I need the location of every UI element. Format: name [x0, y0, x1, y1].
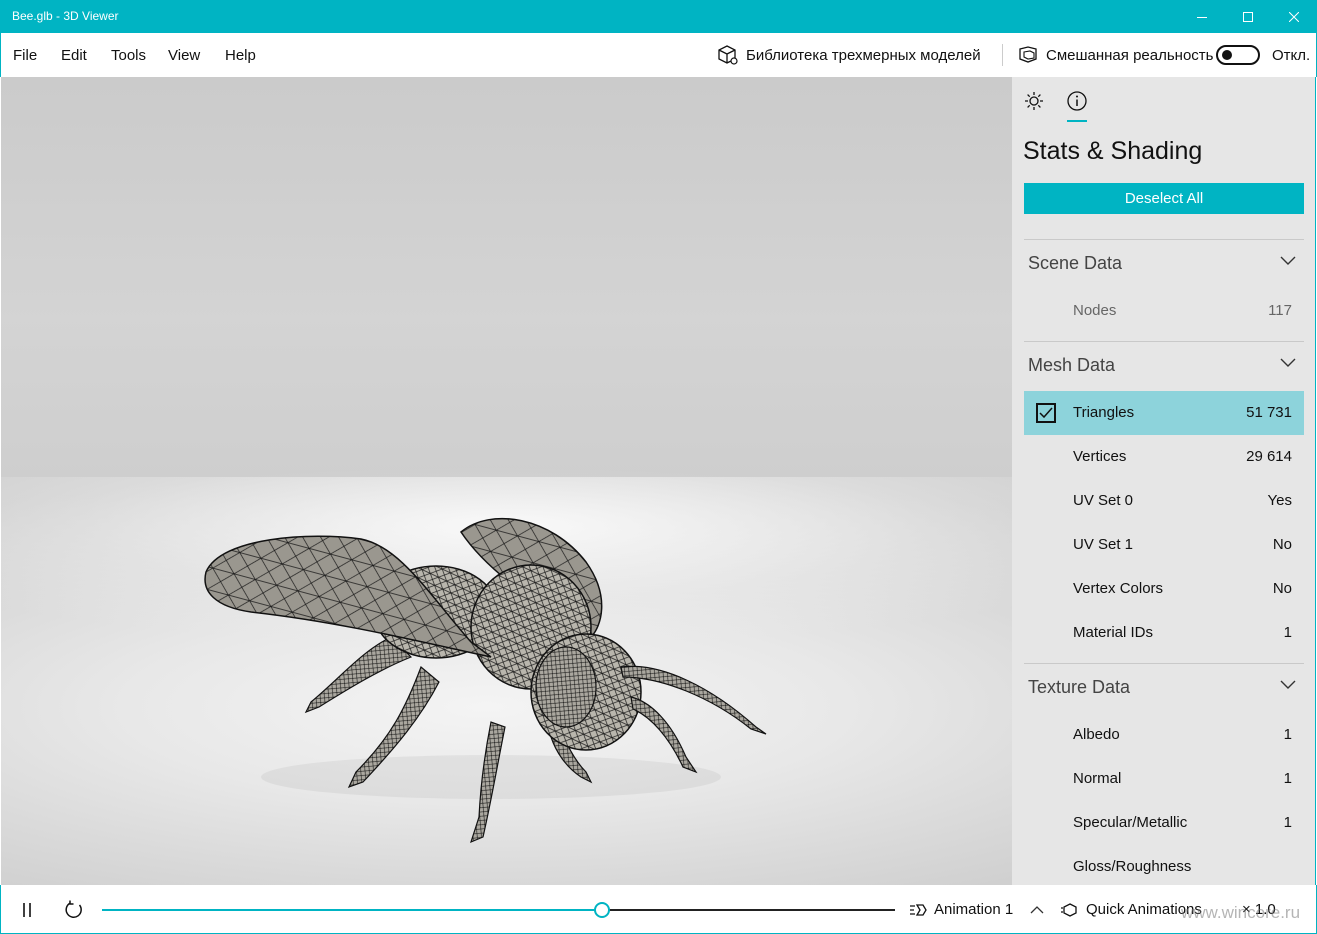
menu-bar: File Edit Tools View Help Библиотека тре… [0, 33, 1317, 77]
close-icon [1289, 11, 1299, 22]
chevron-down-icon [1280, 256, 1296, 265]
triangles-checkbox[interactable] [1036, 403, 1056, 423]
sun-icon [1025, 92, 1043, 110]
menu-edit[interactable]: Edit [61, 47, 87, 64]
3d-library-label: Библиотека трехмерных моделей [746, 46, 981, 64]
playback-bar: Animation 1 Quick Animations × 1.0 www.w… [0, 885, 1317, 934]
stat-row: UV Set 1 No [1024, 523, 1304, 567]
stat-value: 51 731 [1246, 404, 1292, 421]
stat-label: UV Set 0 [1073, 492, 1134, 509]
checkmark-icon [1039, 407, 1053, 419]
stat-value: 1 [1283, 624, 1292, 641]
restart-button[interactable] [62, 899, 86, 921]
stat-value: No [1272, 580, 1292, 597]
mixed-reality-label: Смешанная реальность [1046, 46, 1214, 64]
chevron-up-icon [1030, 906, 1044, 914]
minimize-icon [1197, 16, 1207, 18]
stat-value: No [1272, 536, 1292, 553]
maximize-button[interactable] [1225, 0, 1271, 33]
toggle-knob [1222, 50, 1232, 60]
section-texture-data[interactable]: Texture Data [1024, 668, 1304, 708]
chevron-down-icon [1280, 680, 1296, 689]
stat-value: Yes [1267, 492, 1292, 509]
stat-row: Nodes 117 [1024, 289, 1304, 333]
quick-animations-icon [1061, 903, 1077, 917]
3d-viewport[interactable] [1, 77, 1012, 885]
mixed-reality-state: Откл. [1272, 47, 1311, 64]
stat-label: Material IDs [1073, 624, 1154, 641]
stat-label: Normal [1073, 770, 1122, 787]
quick-animations-icon-wrap [1058, 899, 1082, 921]
stat-value: 117 [1268, 302, 1292, 319]
cube-icon [718, 45, 738, 65]
divider [1024, 341, 1304, 342]
section-mesh-data[interactable]: Mesh Data [1024, 346, 1304, 386]
animation-icon-wrap [906, 899, 930, 921]
animation-icon [910, 904, 927, 916]
section-label: Mesh Data [1028, 355, 1116, 375]
stat-value: 1 [1283, 726, 1292, 743]
animation-selector[interactable]: Animation 1 [934, 901, 1013, 918]
section-label: Scene Data [1028, 253, 1123, 273]
pause-icon [23, 903, 31, 917]
stat-label: Albedo [1073, 726, 1120, 743]
stat-label: Specular/Metallic [1073, 814, 1188, 831]
menu-file[interactable]: File [13, 47, 37, 64]
mixed-reality-icon [1019, 46, 1037, 63]
stat-label: Nodes [1073, 302, 1117, 319]
stat-row: Albedo 1 [1024, 713, 1304, 757]
stat-row: Specular/Metallic 1 [1024, 801, 1304, 845]
stat-row: Material IDs 1 [1024, 611, 1304, 655]
stat-row: Normal 1 [1024, 757, 1304, 801]
tab-stats[interactable] [1065, 89, 1089, 113]
menu-separator [1002, 44, 1003, 66]
menu-help[interactable]: Help [225, 47, 256, 64]
3d-library-button[interactable]: Библиотека трехмерных моделей [716, 33, 981, 77]
pause-button[interactable] [15, 899, 39, 921]
deselect-all-button[interactable]: Deselect All [1024, 183, 1304, 214]
panel-title: Stats & Shading [1023, 137, 1203, 165]
mixed-reality-toggle[interactable] [1216, 45, 1260, 65]
menu-tools[interactable]: Tools [111, 47, 146, 64]
stat-value: 1 [1283, 770, 1292, 787]
close-button[interactable] [1271, 0, 1317, 33]
stat-row: UV Set 0 Yes [1024, 479, 1304, 523]
active-tab-indicator [1067, 120, 1087, 122]
timeline-track[interactable] [602, 909, 895, 911]
stat-value: 29 614 [1246, 448, 1292, 465]
chevron-down-icon [1280, 358, 1296, 367]
stat-row: Vertices 29 614 [1024, 435, 1304, 479]
stats-panel: Stats & Shading Deselect All Scene Data … [1012, 77, 1316, 885]
stat-label: Vertices [1073, 448, 1127, 465]
section-scene-data[interactable]: Scene Data [1024, 244, 1304, 284]
stat-label: UV Set 1 [1073, 536, 1134, 553]
title-bar: Bee.glb - 3D Viewer [0, 0, 1317, 33]
mixed-reality-button[interactable]: Смешанная реальность [1018, 33, 1213, 77]
animation-dropdown-button[interactable] [1025, 899, 1049, 921]
menu-view[interactable]: View [168, 47, 200, 64]
stat-label: Triangles [1073, 404, 1135, 421]
timeline-played [102, 909, 602, 911]
restart-icon [65, 900, 82, 918]
divider [1024, 239, 1304, 240]
timeline-thumb[interactable] [594, 902, 610, 918]
stat-row: Gloss/Roughness [1024, 845, 1304, 885]
stat-row-triangles[interactable]: Triangles 51 731 [1024, 391, 1304, 435]
stat-label: Vertex Colors [1073, 580, 1164, 597]
stat-row: Vertex Colors No [1024, 567, 1304, 611]
stat-label: Gloss/Roughness [1073, 858, 1192, 875]
minimize-button[interactable] [1179, 0, 1225, 33]
info-icon [1067, 91, 1087, 111]
window-title: Bee.glb - 3D Viewer [12, 9, 119, 23]
watermark: www.wincore.ru [1181, 903, 1301, 922]
divider [1024, 663, 1304, 664]
tab-lighting[interactable] [1022, 89, 1046, 113]
stat-value: 1 [1283, 814, 1292, 831]
maximize-icon [1243, 11, 1253, 22]
bee-wireframe-model[interactable] [191, 437, 791, 877]
section-label: Texture Data [1028, 677, 1131, 697]
